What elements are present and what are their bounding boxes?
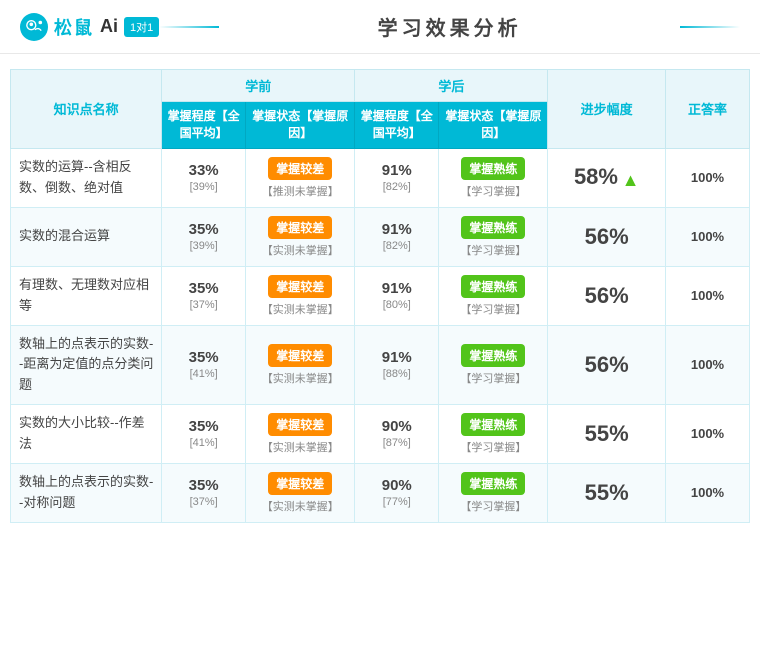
progress-cell: 56% <box>548 207 666 266</box>
after-state-cell: 掌握熟练【学习掌握】 <box>439 325 548 404</box>
before-mastery-cell: 35%[41%] <box>162 325 246 404</box>
before-mastery-cell: 35%[41%] <box>162 404 246 463</box>
table-row: 有理数、无理数对应相等35%[37%]掌握较差【实测未掌握】91%[80%]掌握… <box>11 266 750 325</box>
up-arrow-icon: ▲ <box>622 170 640 190</box>
sub-header-before-mastery: 掌握程度【全国平均】 <box>162 102 246 149</box>
after-mastery-cell: 90%[87%] <box>355 404 439 463</box>
group-header-row: 知识点名称 学前 学后 进步幅度 正答率 <box>11 70 750 102</box>
progress-cell: 56% <box>548 266 666 325</box>
sub-header-after-state: 掌握状态【掌握原因】 <box>439 102 548 149</box>
after-mastery-cell: 91%[88%] <box>355 325 439 404</box>
table-row: 实数的大小比较--作差法35%[41%]掌握较差【实测未掌握】90%[87%]掌… <box>11 404 750 463</box>
progress-cell: 55% <box>548 404 666 463</box>
analysis-table-container: 知识点名称 学前 学后 进步幅度 正答率 掌握程度【全国平均】 掌握状态【掌握原… <box>0 54 760 533</box>
header-correct-cell: 正答率 <box>665 70 749 149</box>
logo-area: 松鼠 Ai 1对1 <box>20 13 159 41</box>
progress-cell: 56% <box>548 325 666 404</box>
progress-cell: 55% <box>548 463 666 522</box>
after-mastery-cell: 91%[82%] <box>355 207 439 266</box>
logo-squirrel-text: 松鼠 <box>54 14 94 40</box>
after-state-cell: 掌握熟练【学习掌握】 <box>439 463 548 522</box>
correct-rate-cell: 100% <box>665 148 749 207</box>
after-state-cell: 掌握熟练【学习掌握】 <box>439 148 548 207</box>
page-header: 松鼠 Ai 1对1 学习效果分析 <box>0 0 760 54</box>
after-mastery-cell: 90%[77%] <box>355 463 439 522</box>
before-state-cell: 掌握较差【实测未掌握】 <box>246 404 355 463</box>
after-mastery-cell: 91%[80%] <box>355 266 439 325</box>
knowledge-name-cell: 实数的混合运算 <box>11 207 162 266</box>
before-mastery-cell: 35%[37%] <box>162 266 246 325</box>
before-mastery-cell: 35%[37%] <box>162 463 246 522</box>
header-name-cell: 知识点名称 <box>11 70 162 149</box>
page-title: 学习效果分析 <box>239 12 660 41</box>
after-mastery-cell: 91%[82%] <box>355 148 439 207</box>
table-row: 数轴上的点表示的实数--对称问题35%[37%]掌握较差【实测未掌握】90%[7… <box>11 463 750 522</box>
logo-ai-text: Ai <box>100 16 118 37</box>
after-state-cell: 掌握熟练【学习掌握】 <box>439 404 548 463</box>
analysis-table: 知识点名称 学前 学后 进步幅度 正答率 掌握程度【全国平均】 掌握状态【掌握原… <box>10 69 750 523</box>
before-state-cell: 掌握较差【实测未掌握】 <box>246 463 355 522</box>
before-mastery-cell: 33%[39%] <box>162 148 246 207</box>
after-state-cell: 掌握熟练【学习掌握】 <box>439 266 548 325</box>
logo-icon <box>20 13 48 41</box>
before-state-cell: 掌握较差【实测未掌握】 <box>246 207 355 266</box>
table-row: 数轴上的点表示的实数--距离为定值的点分类问题35%[41%]掌握较差【实测未掌… <box>11 325 750 404</box>
knowledge-name-cell: 数轴上的点表示的实数--对称问题 <box>11 463 162 522</box>
before-state-cell: 掌握较差【推测未掌握】 <box>246 148 355 207</box>
before-state-cell: 掌握较差【实测未掌握】 <box>246 325 355 404</box>
sub-header-after-mastery: 掌握程度【全国平均】 <box>355 102 439 149</box>
before-mastery-cell: 35%[39%] <box>162 207 246 266</box>
knowledge-name-cell: 有理数、无理数对应相等 <box>11 266 162 325</box>
table-row: 实数的运算--含相反数、倒数、绝对值33%[39%]掌握较差【推测未掌握】91%… <box>11 148 750 207</box>
before-state-cell: 掌握较差【实测未掌握】 <box>246 266 355 325</box>
correct-rate-cell: 100% <box>665 404 749 463</box>
logo-badge: 1对1 <box>124 17 159 37</box>
header-after-group: 学后 <box>355 70 548 102</box>
correct-rate-cell: 100% <box>665 325 749 404</box>
correct-rate-cell: 100% <box>665 207 749 266</box>
knowledge-name-cell: 实数的运算--含相反数、倒数、绝对值 <box>11 148 162 207</box>
correct-rate-cell: 100% <box>665 266 749 325</box>
knowledge-name-cell: 实数的大小比较--作差法 <box>11 404 162 463</box>
correct-rate-cell: 100% <box>665 463 749 522</box>
header-progress-cell: 进步幅度 <box>548 70 666 149</box>
table-body: 实数的运算--含相反数、倒数、绝对值33%[39%]掌握较差【推测未掌握】91%… <box>11 148 750 522</box>
progress-cell: 58% ▲ <box>548 148 666 207</box>
table-row: 实数的混合运算35%[39%]掌握较差【实测未掌握】91%[82%]掌握熟练【学… <box>11 207 750 266</box>
sub-header-before-state: 掌握状态【掌握原因】 <box>246 102 355 149</box>
header-before-group: 学前 <box>162 70 355 102</box>
after-state-cell: 掌握熟练【学习掌握】 <box>439 207 548 266</box>
knowledge-name-cell: 数轴上的点表示的实数--距离为定值的点分类问题 <box>11 325 162 404</box>
